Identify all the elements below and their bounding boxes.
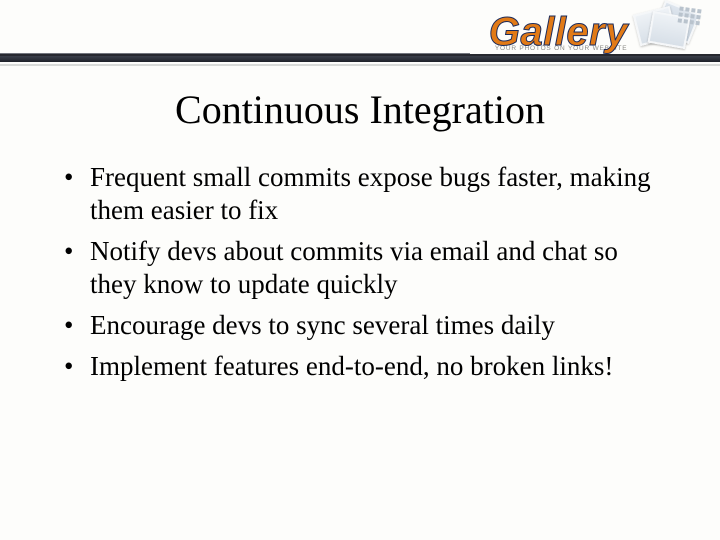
logo-wordmark: Gallery (489, 12, 628, 52)
photos-icon (632, 4, 696, 60)
bullet-item: Notify devs about commits via email and … (62, 235, 658, 301)
bullet-list: Frequent small commits expose bugs faste… (62, 161, 658, 383)
slide-title: Continuous Integration (0, 86, 720, 133)
header: Gallery YOUR PHOTOS ON YOUR WEBSITE (0, 0, 720, 66)
logo: Gallery YOUR PHOTOS ON YOUR WEBSITE (489, 4, 696, 60)
logo-stack: Gallery YOUR PHOTOS ON YOUR WEBSITE (489, 12, 628, 53)
slide-body: Frequent small commits expose bugs faste… (0, 161, 720, 383)
header-rule-light (0, 64, 720, 66)
bullet-item: Encourage devs to sync several times dai… (62, 309, 658, 342)
bullet-item: Frequent small commits expose bugs faste… (62, 161, 658, 227)
slide: Gallery YOUR PHOTOS ON YOUR WEBSITE Cont… (0, 0, 720, 540)
bullet-item: Implement features end-to-end, no broken… (62, 350, 658, 383)
